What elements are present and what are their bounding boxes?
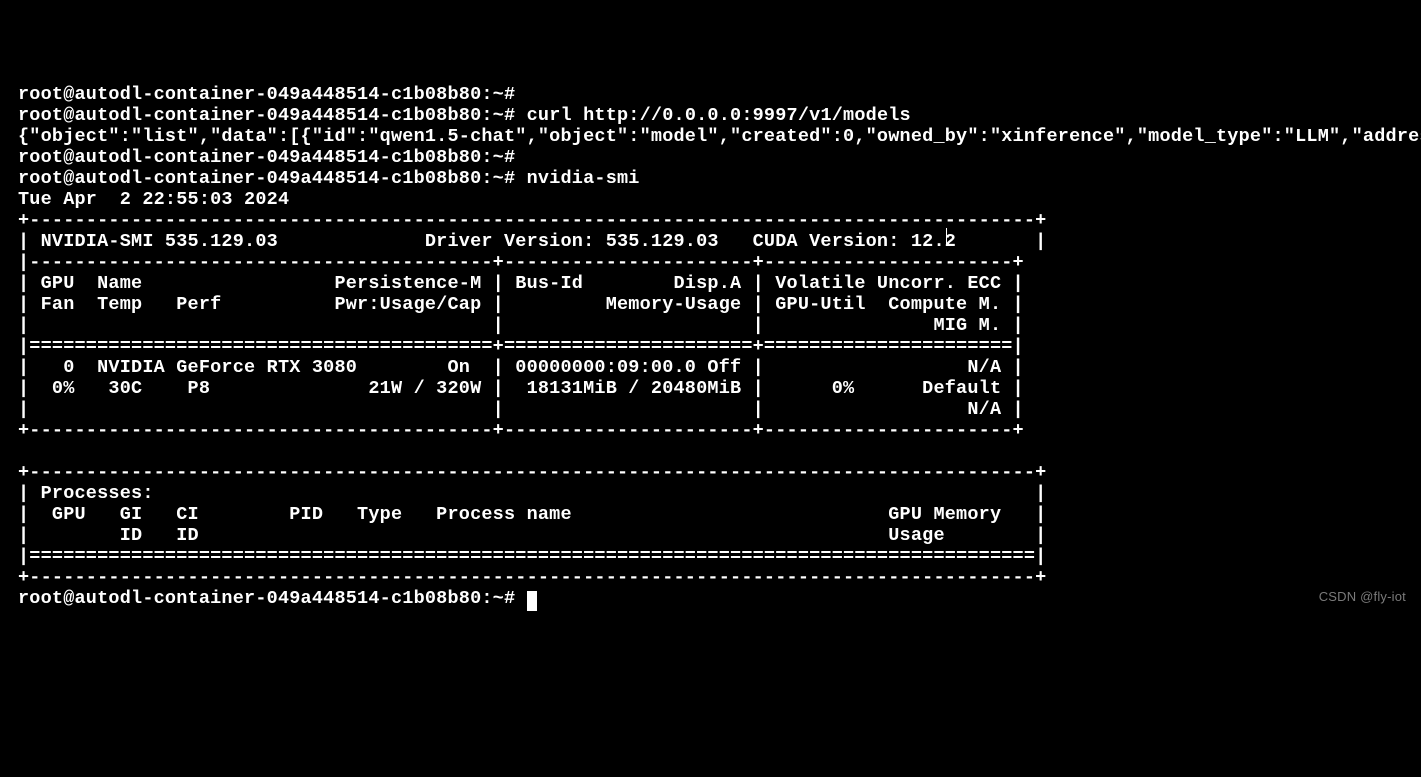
cursor-icon bbox=[527, 591, 537, 611]
nvidia-proc-col: | ID ID Usage | bbox=[18, 525, 1046, 546]
terminal-output[interactable]: root@autodl-container-049a448514-c1b08b8… bbox=[0, 84, 1421, 609]
nvidia-sep: |---------------------------------------… bbox=[18, 252, 1024, 273]
nvidia-proc-border: +---------------------------------------… bbox=[18, 567, 1046, 588]
nvidia-border: +---------------------------------------… bbox=[18, 210, 1046, 231]
prompt: root@autodl-container-049a448514-c1b08b8… bbox=[18, 588, 515, 609]
nvidia-timestamp: Tue Apr 2 22:55:03 2024 bbox=[18, 189, 289, 210]
curl-output: {"object":"list","data":[{"id":"qwen1.5-… bbox=[18, 126, 1421, 147]
nvidia-gpu-row: | 0 NVIDIA GeForce RTX 3080 On | 0000000… bbox=[18, 357, 1024, 378]
curl-command: curl http://0.0.0.0:9997/v1/models bbox=[527, 105, 911, 126]
nvidia-proc-border: +---------------------------------------… bbox=[18, 462, 1046, 483]
nvidia-col-header: | Fan Temp Perf Pwr:Usage/Cap | Memory-U… bbox=[18, 294, 1024, 315]
nvidia-gpu-row: | 0% 30C P8 21W / 320W | 18131MiB / 2048… bbox=[18, 378, 1024, 399]
prompt: root@autodl-container-049a448514-c1b08b8… bbox=[18, 168, 515, 189]
prompt: root@autodl-container-049a448514-c1b08b8… bbox=[18, 105, 515, 126]
nvidia-col-header: | | | MIG M. | bbox=[18, 315, 1024, 336]
nvidia-gpu-row: | | | N/A | bbox=[18, 399, 1024, 420]
nvidia-header: | NVIDIA-SMI 535.129.03 Driver Version: … bbox=[18, 231, 1046, 252]
nvidia-proc-header: | Processes: | bbox=[18, 483, 1046, 504]
prompt: root@autodl-container-049a448514-c1b08b8… bbox=[18, 147, 515, 168]
nvidia-col-header: | GPU Name Persistence-M | Bus-Id Disp.A… bbox=[18, 273, 1024, 294]
prompt: root@autodl-container-049a448514-c1b08b8… bbox=[18, 84, 515, 105]
text-cursor-icon bbox=[946, 228, 947, 246]
nvidia-sep: |=======================================… bbox=[18, 336, 1024, 357]
nvidia-proc-sep: |=======================================… bbox=[18, 546, 1046, 567]
watermark: CSDN @fly-iot bbox=[1319, 586, 1406, 607]
nvidia-smi-command: nvidia-smi bbox=[527, 168, 640, 189]
nvidia-proc-col: | GPU GI CI PID Type Process name GPU Me… bbox=[18, 504, 1046, 525]
nvidia-border: +---------------------------------------… bbox=[18, 420, 1024, 441]
